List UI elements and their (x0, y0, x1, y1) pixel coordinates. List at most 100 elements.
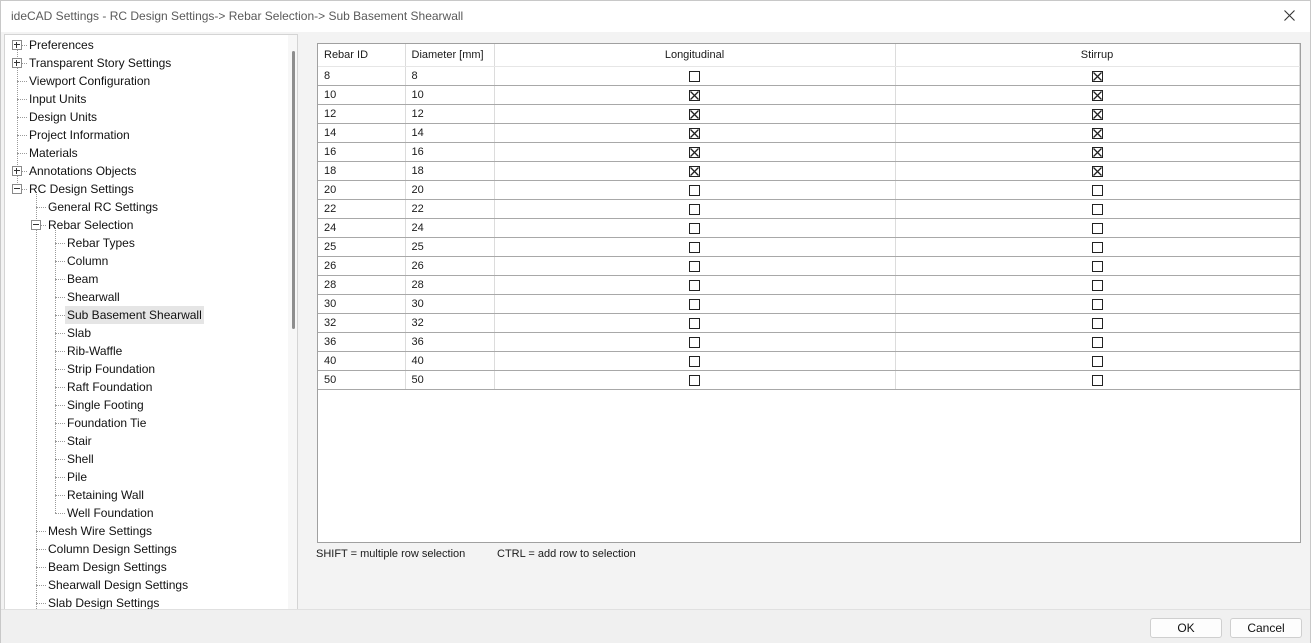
tree-item-sub-basement-shearwall[interactable]: Sub Basement Shearwall (65, 306, 204, 324)
tree-item-retaining-wall[interactable]: Retaining Wall (65, 486, 146, 504)
table-row[interactable]: 88 (318, 66, 1300, 86)
tree-item-transparent-story-settings[interactable]: Transparent Story Settings (27, 54, 173, 72)
tree-item-input-units[interactable]: Input Units (27, 90, 88, 108)
tree-item-rc-design-settings[interactable]: RC Design Settings (27, 180, 136, 198)
table-row[interactable]: 24 24 (318, 218, 1300, 238)
longitudinal-checkbox[interactable] (689, 203, 700, 215)
close-button[interactable] (1270, 1, 1310, 32)
column-header-longitudinal[interactable]: Longitudinal (494, 44, 896, 67)
expand-icon[interactable] (12, 58, 22, 68)
table-row[interactable]: 12 12 (318, 104, 1300, 124)
longitudinal-checkbox[interactable] (689, 298, 700, 310)
tree-item-annotations-objects[interactable]: Annotations Objects (27, 162, 138, 180)
table-row[interactable]: 22 22 (318, 199, 1300, 219)
tree-item-rebar-selection[interactable]: Rebar Selection (46, 216, 135, 234)
tree-item-viewport-configuration[interactable]: Viewport Configuration (27, 72, 152, 90)
tree-item-beam-design-settings[interactable]: Beam Design Settings (46, 558, 169, 576)
stirrup-checkbox[interactable] (1091, 336, 1103, 348)
stirrup-checkbox[interactable] (1091, 260, 1103, 272)
longitudinal-checkbox[interactable] (689, 165, 700, 177)
tree-item-single-footing[interactable]: Single Footing (65, 396, 146, 414)
longitudinal-checkbox[interactable] (689, 355, 700, 367)
tree-item-rebar-types[interactable]: Rebar Types (65, 234, 137, 252)
stirrup-checkbox[interactable] (1091, 108, 1103, 120)
longitudinal-checkbox[interactable] (689, 70, 700, 82)
table-row[interactable]: 25 25 (318, 237, 1300, 257)
longitudinal-checkbox[interactable] (689, 260, 700, 272)
table-row[interactable]: 40 40 (318, 351, 1300, 371)
tree-item-general-rc-settings[interactable]: General RC Settings (46, 198, 160, 216)
stirrup-checkbox[interactable] (1091, 146, 1103, 158)
table-row[interactable]: 20 20 (318, 180, 1300, 200)
tree-item-rib-waffle[interactable]: Rib-Waffle (65, 342, 124, 360)
tree-item-column[interactable]: Column (65, 252, 110, 270)
tree-item-well-foundation[interactable]: Well Foundation (65, 504, 156, 522)
longitudinal-checkbox[interactable] (689, 89, 700, 101)
expand-icon[interactable] (12, 166, 22, 176)
stirrup-checkbox[interactable] (1091, 317, 1103, 329)
stirrup-checkbox[interactable] (1091, 184, 1103, 196)
tree-item-mesh-wire-settings[interactable]: Mesh Wire Settings (46, 522, 154, 540)
longitudinal-checkbox[interactable] (689, 336, 700, 348)
tree-scrollbar-thumb[interactable] (292, 51, 295, 329)
tree-item-beam[interactable]: Beam (65, 270, 100, 288)
tree-item-raft-foundation[interactable]: Raft Foundation (65, 378, 154, 396)
tree-item-stair[interactable]: Stair (65, 432, 94, 450)
tree-item-column-design-settings[interactable]: Column Design Settings (46, 540, 179, 558)
longitudinal-checkbox[interactable] (689, 146, 700, 158)
collapse-icon[interactable] (12, 184, 22, 194)
tree-item-foundation-tie[interactable]: Foundation Tie (65, 414, 148, 432)
tree-item-shell[interactable]: Shell (65, 450, 96, 468)
longitudinal-checkbox[interactable] (689, 317, 700, 329)
stirrup-checkbox[interactable] (1091, 70, 1103, 82)
table-row[interactable]: 10 10 (318, 85, 1300, 105)
column-header-rebar-id[interactable]: Rebar ID (318, 44, 406, 67)
tree-item-project-information[interactable]: Project Information (27, 126, 132, 144)
tree-item-slab[interactable]: Slab (65, 324, 93, 342)
longitudinal-checkbox[interactable] (689, 279, 700, 291)
table-row[interactable]: 28 28 (318, 275, 1300, 295)
collapse-icon[interactable] (31, 220, 41, 230)
tree-item-preferences[interactable]: Preferences (27, 36, 96, 54)
checked-mark-icon (1092, 166, 1102, 176)
longitudinal-checkbox[interactable] (689, 108, 700, 120)
tree-item-pile[interactable]: Pile (65, 468, 89, 486)
longitudinal-checkbox[interactable] (689, 184, 700, 196)
stirrup-checkbox[interactable] (1091, 374, 1103, 386)
stirrup-checkbox[interactable] (1091, 298, 1103, 310)
diameter-cell: 30 (405, 294, 495, 314)
table-row[interactable]: 50 50 (318, 370, 1300, 390)
table-row[interactable]: 18 18 (318, 161, 1300, 181)
stirrup-checkbox[interactable] (1091, 241, 1103, 253)
tree-item-slab-design-settings[interactable]: Slab Design Settings (46, 594, 161, 609)
expand-icon[interactable] (12, 40, 22, 50)
cancel-button[interactable]: Cancel (1230, 618, 1302, 638)
longitudinal-checkbox[interactable] (689, 241, 700, 253)
stirrup-checkbox[interactable] (1091, 165, 1103, 177)
tree-item-design-units[interactable]: Design Units (27, 108, 99, 126)
stirrup-checkbox[interactable] (1091, 279, 1103, 291)
longitudinal-checkbox[interactable] (689, 222, 700, 234)
tree-item-shearwall-design-settings[interactable]: Shearwall Design Settings (46, 576, 190, 594)
stirrup-checkbox[interactable] (1091, 203, 1103, 215)
column-header-stirrup[interactable]: Stirrup (895, 44, 1300, 67)
tree-scrollbar[interactable] (288, 35, 297, 609)
table-row[interactable]: 32 32 (318, 313, 1300, 333)
longitudinal-checkbox[interactable] (689, 127, 700, 139)
ok-button[interactable]: OK (1150, 618, 1222, 638)
longitudinal-checkbox[interactable] (689, 374, 700, 386)
table-row[interactable]: 14 14 (318, 123, 1300, 143)
table-row[interactable]: 16 16 (318, 142, 1300, 162)
tree-guide-line (55, 315, 65, 316)
stirrup-checkbox[interactable] (1091, 355, 1103, 367)
tree-item-materials[interactable]: Materials (27, 144, 80, 162)
column-header-diameter[interactable]: Diameter [mm] (405, 44, 495, 67)
stirrup-checkbox[interactable] (1091, 222, 1103, 234)
stirrup-checkbox[interactable] (1091, 89, 1103, 101)
tree-item-shearwall[interactable]: Shearwall (65, 288, 122, 306)
table-row[interactable]: 30 30 (318, 294, 1300, 314)
tree-item-strip-foundation[interactable]: Strip Foundation (65, 360, 157, 378)
table-row[interactable]: 36 36 (318, 332, 1300, 352)
stirrup-checkbox[interactable] (1091, 127, 1103, 139)
table-row[interactable]: 26 26 (318, 256, 1300, 276)
